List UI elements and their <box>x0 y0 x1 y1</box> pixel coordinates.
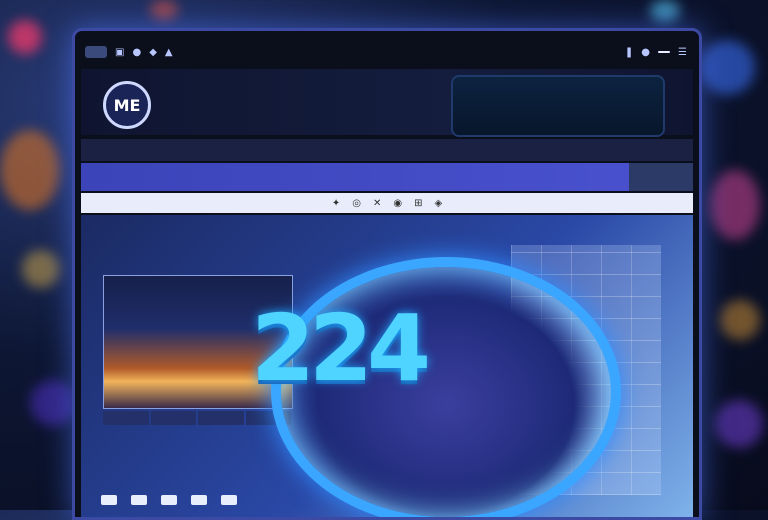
year-number: 224 <box>251 295 431 402</box>
toolbar-icon[interactable]: ▲ <box>165 47 173 58</box>
toolbar-icon[interactable]: ● <box>132 47 141 58</box>
site-logo[interactable]: ME <box>103 81 151 129</box>
main-nav <box>81 139 693 161</box>
toolbar-icon[interactable]: ◆ <box>149 47 157 58</box>
hero-content: 224 <box>81 215 693 517</box>
nav-icon[interactable] <box>221 495 237 505</box>
status-pill[interactable] <box>658 51 671 53</box>
tool-icon[interactable]: ◎ <box>352 198 361 209</box>
section-button[interactable] <box>629 163 693 191</box>
tool-icon[interactable]: ⊞ <box>414 198 422 209</box>
browser-topbar: ▣ ● ◆ ▲ ❚ ● ☰ <box>81 39 693 65</box>
content-toolbar: ✦ ◎ ✕ ◉ ⊞ ◈ <box>81 193 693 213</box>
thumbnail[interactable] <box>103 411 149 425</box>
window-control-icon[interactable] <box>85 46 107 58</box>
tool-icon[interactable]: ◉ <box>393 198 402 209</box>
nav-icon[interactable] <box>161 495 177 505</box>
tool-icon[interactable]: ✕ <box>373 198 381 209</box>
thumbnail-strip <box>103 411 291 425</box>
toolbar-icon[interactable]: ▣ <box>115 47 124 58</box>
menu-icon[interactable]: ☰ <box>678 47 687 58</box>
thumbnail[interactable] <box>198 411 244 425</box>
header-badge <box>451 75 665 137</box>
section-bar <box>81 163 693 191</box>
logo-text: ME <box>113 95 141 115</box>
nav-icon[interactable] <box>101 495 117 505</box>
nav-icon[interactable] <box>131 495 147 505</box>
nav-icon[interactable] <box>191 495 207 505</box>
icon-row <box>101 495 237 505</box>
toolbar-icon[interactable]: ● <box>641 47 650 58</box>
site-header: ME <box>81 69 693 137</box>
tool-icon[interactable]: ✦ <box>332 198 340 209</box>
thumbnail[interactable] <box>150 411 196 425</box>
tool-icon[interactable]: ◈ <box>434 198 442 209</box>
toolbar-icon[interactable]: ❚ <box>625 47 633 58</box>
monitor-screen: ▣ ● ◆ ▲ ❚ ● ☰ ME ✦ ◎ ✕ ◉ ⊞ ◈ 224 <box>72 28 702 520</box>
